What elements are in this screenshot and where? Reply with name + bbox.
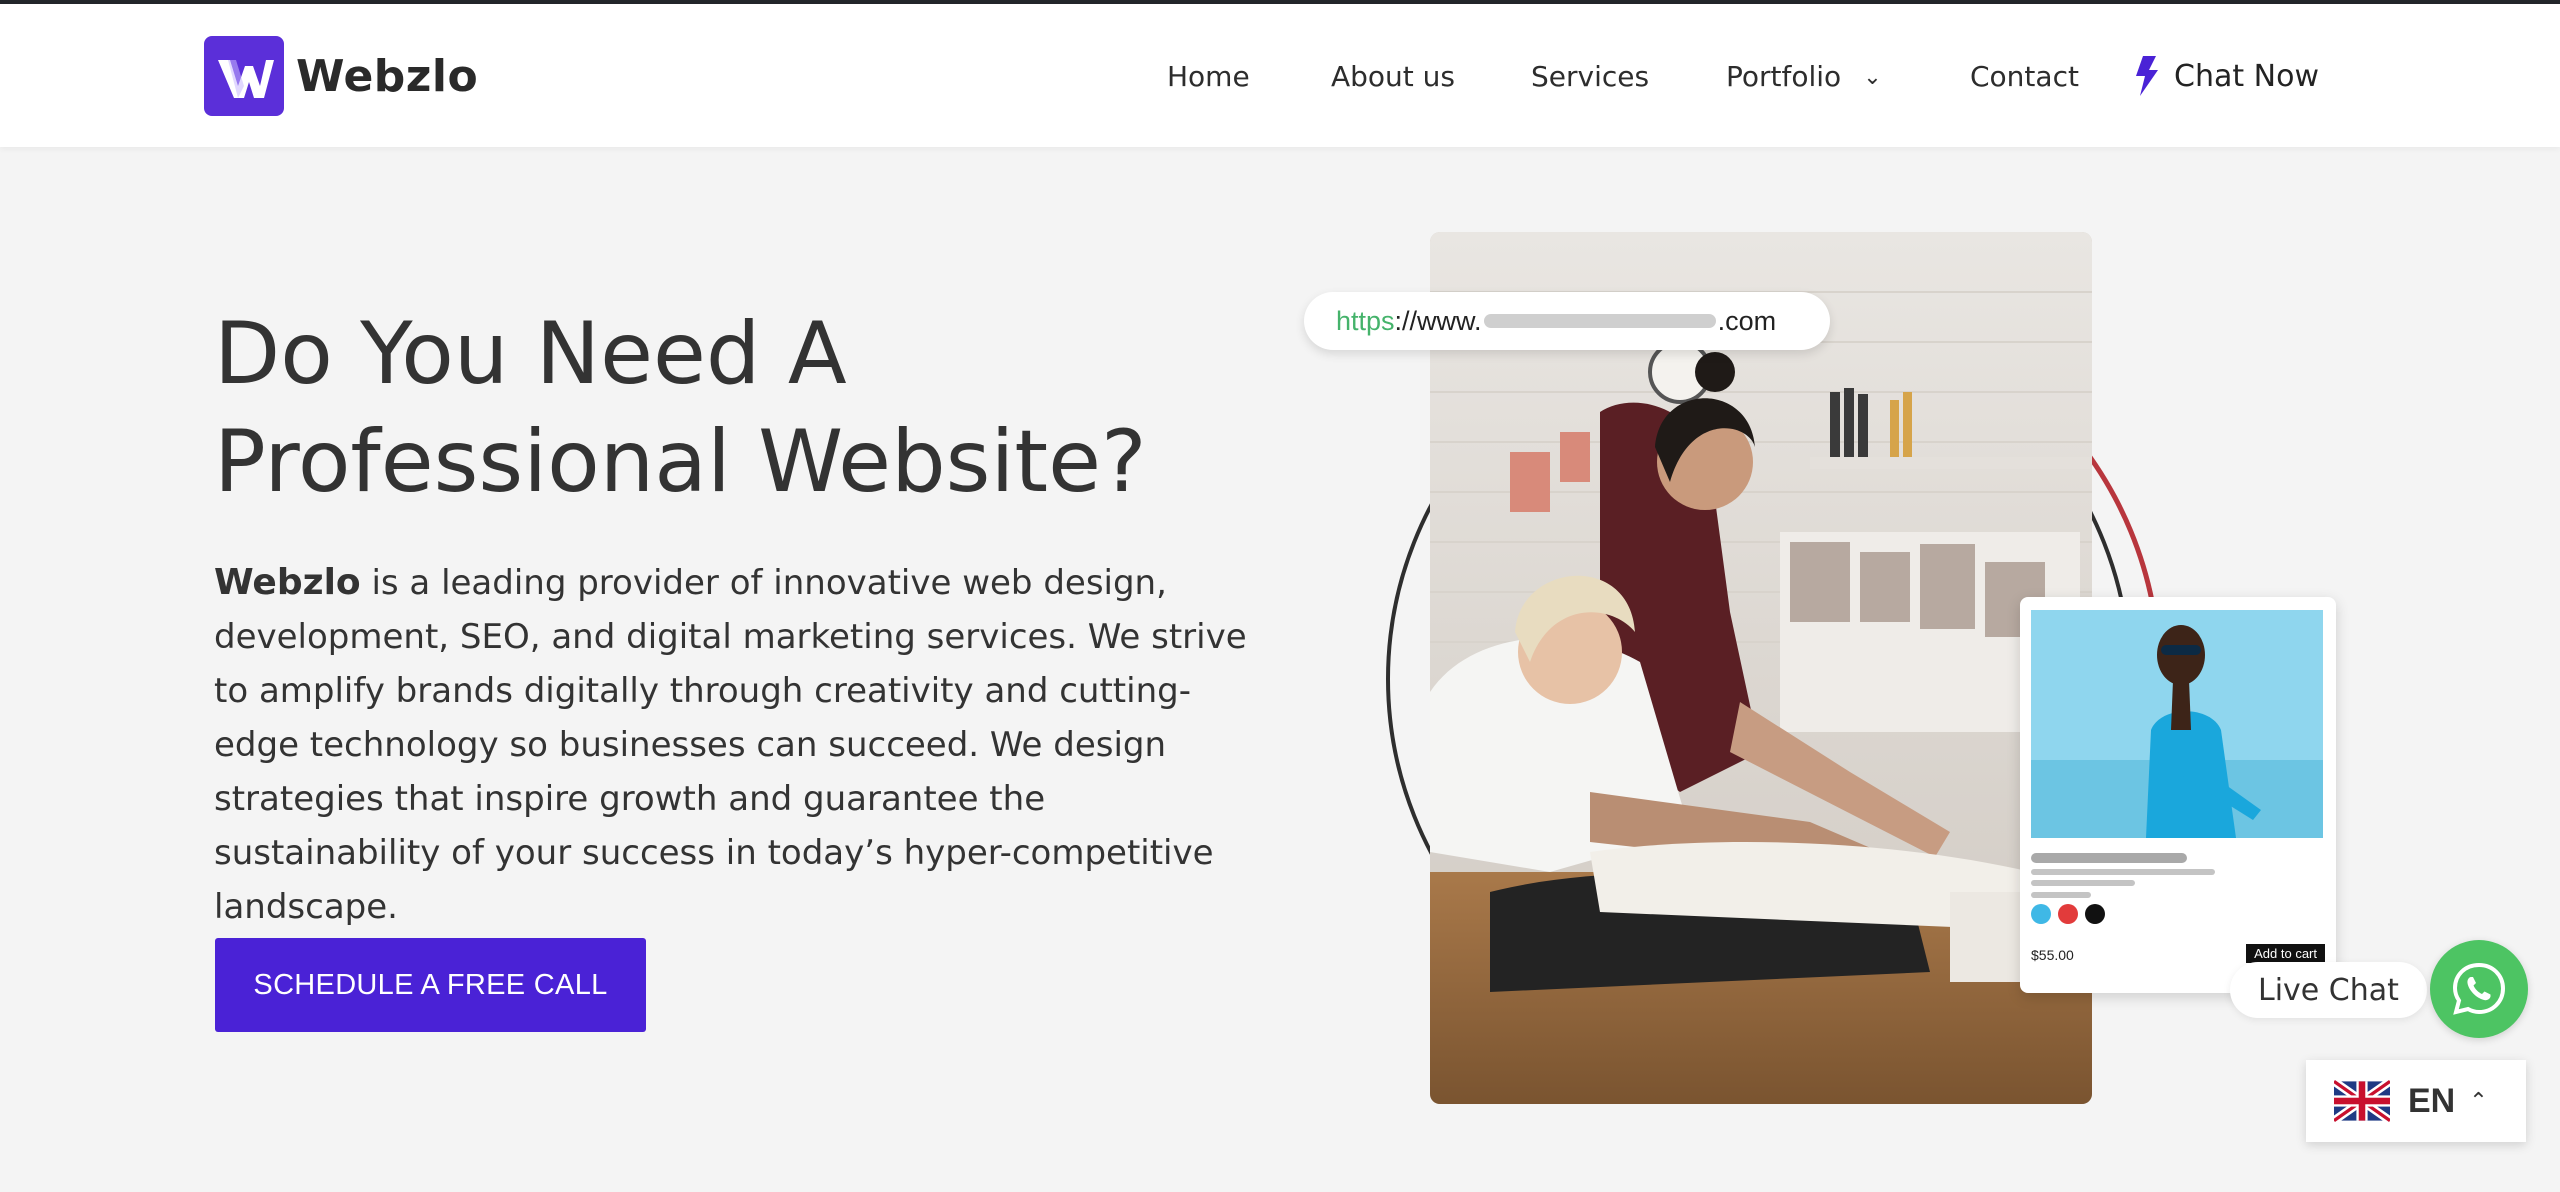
color-swatch-blue [2031,904,2051,924]
url-scheme: https [1336,305,1395,336]
nav-home[interactable]: Home [1167,60,1250,93]
chevron-down-icon: ⌄ [1863,65,1882,90]
color-swatch-black [2085,904,2105,924]
nav-services[interactable]: Services [1531,60,1649,93]
whatsapp-button[interactable] [2430,940,2528,1038]
url-suffix: .com [1717,305,1777,336]
lightning-bolt-icon [2136,56,2158,96]
product-desc-placeholder [2031,892,2091,898]
nav-about-us[interactable]: About us [1331,60,1455,93]
url-bar: https://www. .com [1304,292,1830,350]
language-switcher[interactable]: EN ⌃ [2306,1060,2526,1142]
schedule-free-call-button[interactable]: SCHEDULE A FREE CALL [215,938,646,1032]
logo[interactable]: Webzlo [204,36,478,116]
hero-title: Do You Need A Professional Website? [214,304,1147,512]
product-title-placeholder [2031,853,2187,863]
url-prefix: ://www. [1394,305,1482,336]
product-desc-placeholder [2031,880,2135,886]
uk-flag-icon [2334,1080,2390,1122]
hero-brand-name: Webzlo [214,562,361,603]
studio-photo [1430,232,2092,1104]
url-redacted [1483,314,1716,328]
chat-now-label: Chat Now [2174,58,2319,94]
hero-description-text: is a leading provider of innovative web … [214,563,1247,927]
language-code: EN [2408,1081,2456,1120]
logo-mark-icon [204,36,284,116]
logo-text: Webzlo [296,50,479,102]
hero-description: Webzlo is a leading provider of innovati… [214,556,1274,934]
color-swatch-red [2058,904,2078,924]
product-image [2031,610,2323,838]
product-price: $55.00 [2031,947,2074,963]
product-desc-placeholder [2031,869,2215,875]
chat-now-button[interactable]: Chat Now [2134,56,2319,96]
nav-portfolio[interactable]: Portfolio ⌄ [1726,60,1882,93]
chevron-up-icon: ⌃ [2469,1088,2488,1114]
hero-illustration: https://www. .com $55.00 Add to cart [1290,220,2360,1120]
live-chat-label[interactable]: Live Chat [2230,962,2427,1018]
site-header: Webzlo Home About us Services Portfolio ⌄… [0,4,2560,147]
nav-portfolio-label: Portfolio [1726,60,1842,93]
add-to-cart-label: Add to cart [2246,944,2325,963]
whatsapp-icon [2452,962,2506,1015]
product-card: $55.00 Add to cart [2020,597,2336,993]
nav-contact[interactable]: Contact [1970,60,2079,93]
